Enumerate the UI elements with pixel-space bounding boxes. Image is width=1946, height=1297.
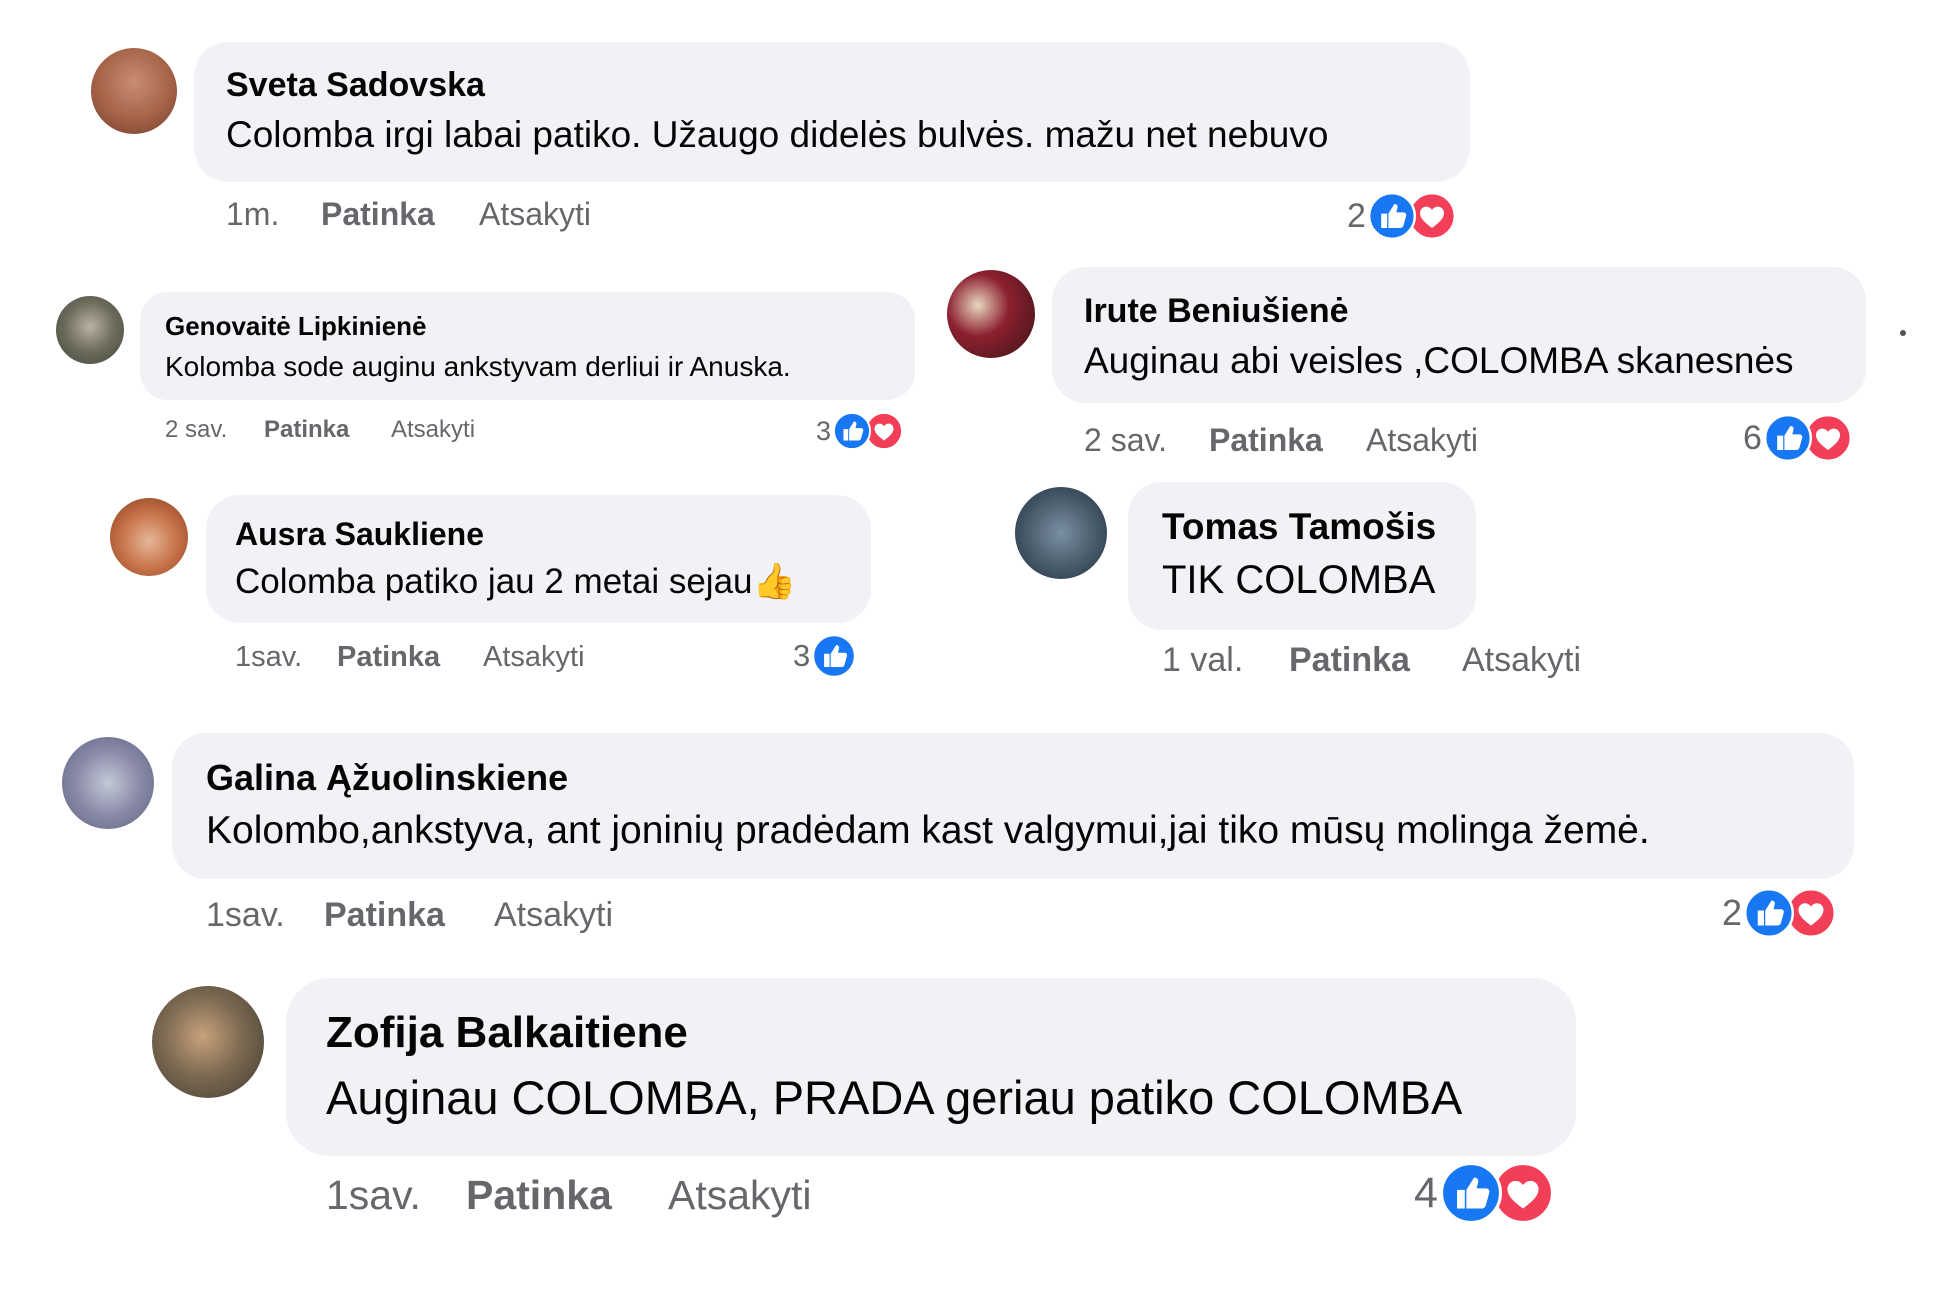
reply-button[interactable]: Atsakyti bbox=[494, 896, 613, 935]
like-button[interactable]: Patinka bbox=[337, 641, 440, 674]
comment-text: Colomba irgi labai patiko. Užaugo didelė… bbox=[226, 114, 1329, 155]
reaction-count: 2 bbox=[1722, 892, 1743, 933]
comment-author[interactable]: Zofija Balkaitiene bbox=[326, 1008, 688, 1058]
reaction-count: 3 bbox=[793, 638, 811, 673]
comment-text-body: Colomba patiko jau 2 metai sejau bbox=[235, 562, 753, 601]
comment-author[interactable]: Irute Beniušienė bbox=[1084, 292, 1349, 331]
comment-bubble bbox=[140, 292, 915, 400]
like-icon bbox=[1440, 1162, 1502, 1224]
avatar[interactable] bbox=[62, 737, 154, 829]
reaction-summary[interactable]: 2 bbox=[1347, 192, 1456, 240]
comment-time[interactable]: 1sav. bbox=[235, 641, 302, 674]
comment-bubble bbox=[286, 978, 1576, 1156]
comment-author[interactable]: Sveta Sadovska bbox=[226, 66, 485, 105]
comment-time[interactable]: 1sav. bbox=[206, 896, 285, 935]
avatar[interactable] bbox=[56, 296, 124, 364]
comment-bubble bbox=[194, 42, 1470, 182]
like-icon bbox=[1764, 414, 1812, 462]
reaction-count: 2 bbox=[1347, 196, 1366, 235]
like-button[interactable]: Patinka bbox=[321, 196, 435, 233]
like-icon bbox=[1368, 192, 1416, 240]
avatar[interactable] bbox=[152, 986, 264, 1098]
reaction-summary[interactable]: 2 bbox=[1722, 888, 1836, 938]
reply-button[interactable]: Atsakyti bbox=[483, 641, 585, 674]
comment-bubble bbox=[206, 495, 871, 623]
like-icon bbox=[1744, 888, 1794, 938]
comment-bubble bbox=[1052, 267, 1866, 403]
like-icon bbox=[812, 634, 856, 678]
comment-author[interactable]: Genovaitė Lipkinienė bbox=[165, 311, 427, 342]
reaction-summary[interactable]: 4 bbox=[1414, 1162, 1554, 1224]
like-button[interactable]: Patinka bbox=[324, 896, 445, 935]
comment-text: Kolombo,ankstyva, ant joninių pradėdam k… bbox=[206, 809, 1650, 852]
reaction-summary[interactable]: 6 bbox=[1743, 414, 1852, 462]
comment-bubble bbox=[172, 733, 1854, 879]
reaction-count: 4 bbox=[1414, 1168, 1438, 1217]
like-button[interactable]: Patinka bbox=[264, 416, 349, 444]
reply-button[interactable]: Atsakyti bbox=[668, 1172, 812, 1219]
comment-time[interactable]: 1sav. bbox=[326, 1172, 421, 1219]
comment-text: Kolomba sode auginu ankstyvam derliui ir… bbox=[165, 351, 791, 382]
comment-bubble bbox=[1128, 482, 1476, 630]
comment-time[interactable]: 2 sav. bbox=[1084, 422, 1167, 459]
like-icon bbox=[833, 412, 871, 450]
reply-button[interactable]: Atsakyti bbox=[391, 416, 475, 444]
reaction-summary[interactable]: 3 bbox=[793, 634, 856, 678]
comment-time[interactable]: 1m. bbox=[226, 196, 279, 233]
reaction-count: 3 bbox=[816, 415, 832, 446]
reaction-summary[interactable]: 3 bbox=[816, 412, 903, 450]
thumbs-up-emoji: 👍 bbox=[752, 562, 797, 601]
like-button[interactable]: Patinka bbox=[1289, 641, 1410, 680]
more-options-dot[interactable] bbox=[1900, 330, 1906, 336]
comment-author[interactable]: Galina Ąžuolinskiene bbox=[206, 757, 568, 799]
reaction-count: 6 bbox=[1743, 418, 1762, 457]
comment-time[interactable]: 2 sav. bbox=[165, 416, 227, 444]
reply-button[interactable]: Atsakyti bbox=[1366, 422, 1478, 459]
like-button[interactable]: Patinka bbox=[1209, 422, 1323, 459]
comment-author[interactable]: Tomas Tamošis bbox=[1162, 506, 1436, 548]
avatar[interactable] bbox=[110, 498, 188, 576]
comment-text: Auginau abi veisles ,COLOMBA skanesnės bbox=[1084, 340, 1794, 381]
avatar[interactable] bbox=[947, 270, 1035, 358]
comment-author[interactable]: Ausra Saukliene bbox=[235, 516, 484, 553]
comment-text: TIK COLOMBA bbox=[1162, 558, 1436, 602]
like-button[interactable]: Patinka bbox=[466, 1172, 612, 1219]
reply-button[interactable]: Atsakyti bbox=[479, 196, 591, 233]
avatar[interactable] bbox=[91, 48, 177, 134]
avatar[interactable] bbox=[1015, 487, 1107, 579]
comment-text: Auginau COLOMBA, PRADA geriau patiko COL… bbox=[326, 1071, 1463, 1124]
comment-text: Colomba patiko jau 2 metai sejau👍 bbox=[235, 561, 796, 602]
reply-button[interactable]: Atsakyti bbox=[1462, 641, 1581, 680]
comment-time[interactable]: 1 val. bbox=[1162, 641, 1243, 680]
